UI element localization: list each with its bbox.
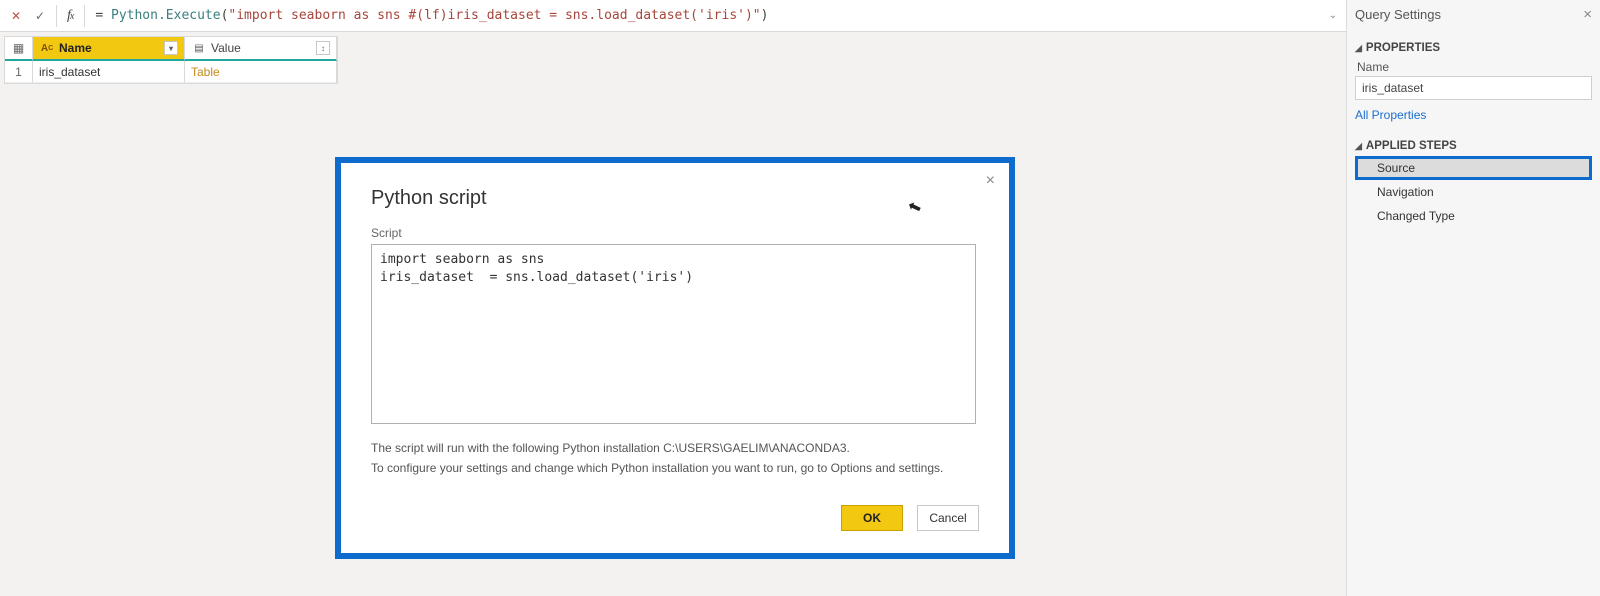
all-properties-link[interactable]: All Properties	[1355, 108, 1426, 122]
dialog-info-1: The script will run with the following P…	[371, 439, 979, 457]
cell-name[interactable]: iris_dataset	[33, 61, 185, 83]
cell-value[interactable]: Table	[185, 61, 337, 83]
query-name-input[interactable]	[1355, 76, 1592, 100]
dialog-info-2: To configure your settings and change wh…	[371, 459, 979, 477]
query-settings-panel: Query Settings × ◢ PROPERTIES Name All P…	[1346, 0, 1600, 596]
panel-title: Query Settings	[1355, 7, 1441, 22]
close-icon[interactable]: ×	[986, 173, 995, 189]
formula-q2: "	[753, 8, 761, 23]
applied-steps-section-title[interactable]: ◢ APPLIED STEPS	[1355, 140, 1592, 152]
script-textarea[interactable]	[371, 244, 976, 424]
fx-icon[interactable]: fx	[61, 8, 80, 24]
properties-section-title[interactable]: ◢ PROPERTIES	[1355, 42, 1592, 54]
name-field-label: Name	[1357, 60, 1592, 74]
divider	[84, 5, 85, 27]
formula-fn: Python.Execute	[111, 8, 221, 23]
formula-cancel-icon[interactable]: ✕	[4, 4, 28, 28]
column-expand-icon[interactable]: ↕	[316, 41, 330, 55]
applied-step-navigation[interactable]: Navigation	[1355, 180, 1592, 204]
row-index: 1	[5, 61, 33, 83]
caret-icon: ◢	[1355, 141, 1362, 152]
text-type-icon: AC	[39, 43, 55, 54]
caret-icon: ◢	[1355, 43, 1362, 54]
divider	[56, 5, 57, 27]
applied-steps-title-text: APPLIED STEPS	[1366, 140, 1457, 152]
panel-close-icon[interactable]: ×	[1583, 6, 1592, 23]
script-label: Script	[371, 226, 979, 240]
grid-corner-icon[interactable]: ▦	[5, 37, 33, 61]
dialog-title: Python script	[371, 187, 979, 210]
column-name-label: Name	[59, 41, 92, 55]
panel-header: Query Settings ×	[1347, 0, 1600, 28]
data-grid: ▦ AC Name ▾ ▤ Value ↕ 1 iris_dataset Tab…	[4, 36, 338, 84]
column-value-label: Value	[211, 41, 241, 55]
formula-str: import seaborn as sns #(lf)iris_dataset …	[236, 8, 753, 23]
applied-step-changed-type[interactable]: Changed Type	[1355, 204, 1592, 228]
formula-eq: =	[95, 8, 103, 23]
dialog-actions: OK Cancel	[371, 505, 979, 531]
formula-input[interactable]: = Python.Execute("import seaborn as sns …	[89, 8, 1324, 23]
properties-title-text: PROPERTIES	[1366, 42, 1440, 54]
formula-expand-icon[interactable]: ⌄	[1324, 10, 1342, 21]
python-script-dialog: × ⬉ Python script Script The script will…	[335, 157, 1015, 559]
column-filter-icon[interactable]: ▾	[164, 41, 178, 55]
grid-header: ▦ AC Name ▾ ▤ Value ↕	[5, 37, 337, 61]
formula-accept-icon[interactable]: ✓	[28, 4, 52, 28]
applied-step-source[interactable]: Source	[1355, 156, 1592, 180]
column-header-value[interactable]: ▤ Value ↕	[185, 37, 337, 61]
column-header-name[interactable]: AC Name ▾	[33, 37, 185, 61]
table-type-icon: ▤	[191, 43, 207, 54]
applied-steps-list: Source Navigation Changed Type	[1355, 156, 1592, 228]
ok-button[interactable]: OK	[841, 505, 903, 531]
formula-bar: ✕ ✓ fx = Python.Execute("import seaborn …	[0, 0, 1346, 32]
table-row[interactable]: 1 iris_dataset Table	[5, 61, 337, 83]
cancel-button[interactable]: Cancel	[917, 505, 979, 531]
formula-close: )	[761, 8, 769, 23]
